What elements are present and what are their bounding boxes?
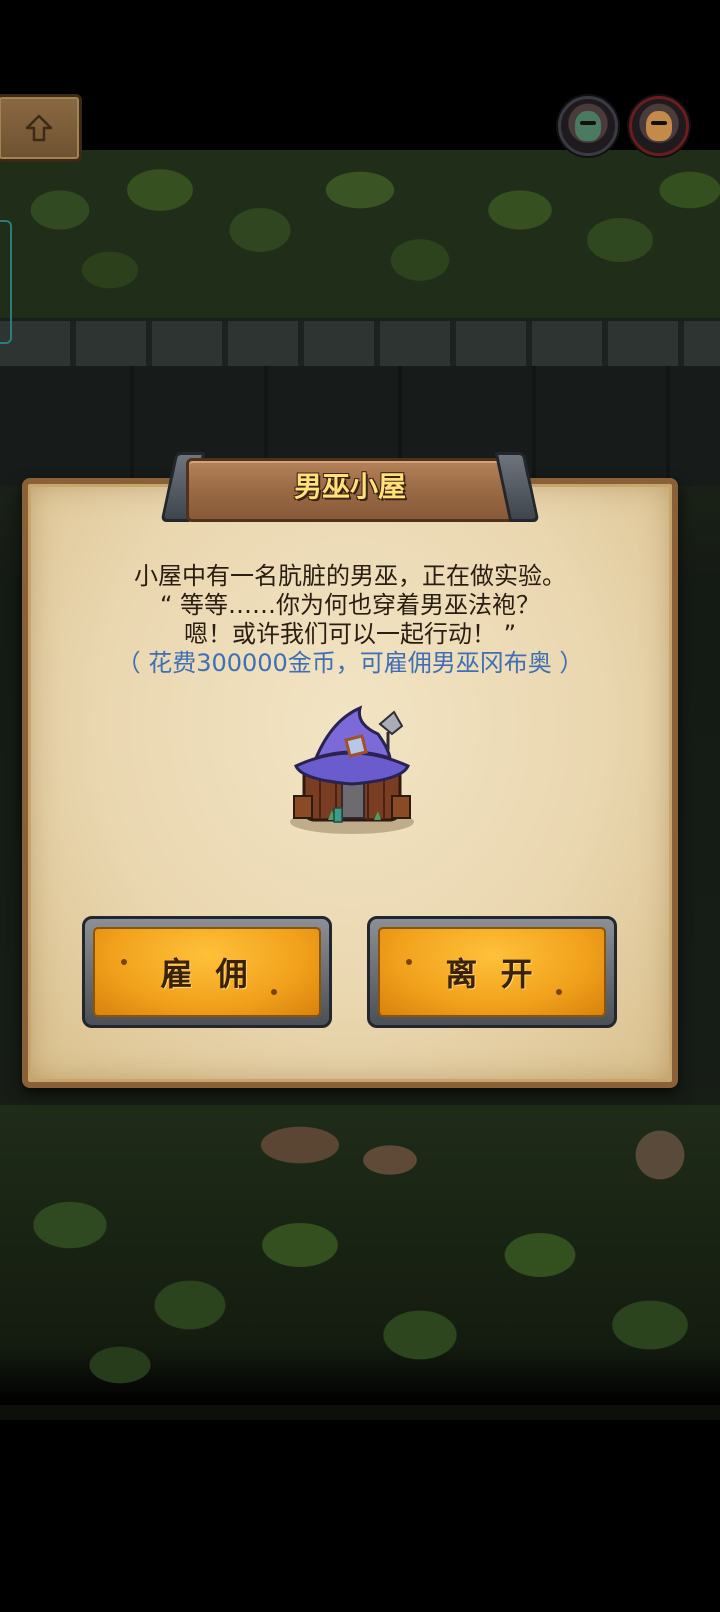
rivet xyxy=(271,989,277,995)
hire-button-face: 雇 佣 xyxy=(93,927,321,1017)
side-tab[interactable] xyxy=(0,220,12,344)
avatar-face xyxy=(575,111,601,141)
dialog-title-plank: 男巫小屋 xyxy=(160,452,540,522)
dialog-story: 小屋中有一名肮脏的男巫，正在做实验。 “ 等等……你为何也穿着男巫法袍？ 嗯！或… xyxy=(22,562,678,678)
leave-button[interactable]: 离 开 xyxy=(367,916,617,1028)
dialog-title: 男巫小屋 xyxy=(293,470,406,503)
hire-button[interactable]: 雇 佣 xyxy=(82,916,332,1028)
leave-button-label: 离 开 xyxy=(445,955,539,993)
leave-button-face: 离 开 xyxy=(378,927,606,1017)
hire-button-label: 雇 佣 xyxy=(160,955,254,993)
avatar-eyes xyxy=(651,121,667,125)
story-line-2: “ 等等……你为何也穿着男巫法袍？ xyxy=(159,591,541,619)
cost-line: （ 花费300000金币，可雇佣男巫冈布奥 ） xyxy=(116,649,584,677)
story-line-3: 嗯！或许我们可以一起行动！ ” xyxy=(183,620,517,648)
rivet xyxy=(556,989,562,995)
avatar-eyes xyxy=(580,121,596,125)
rivet xyxy=(406,959,412,965)
goblin-avatar-icon[interactable] xyxy=(558,96,618,156)
foliage-top xyxy=(0,150,720,320)
avatar-face xyxy=(646,111,672,141)
wizard-hut-icon xyxy=(290,705,414,834)
foliage-bottom xyxy=(0,1105,720,1405)
back-button[interactable] xyxy=(0,94,82,162)
up-arrow-icon xyxy=(25,114,53,142)
story-line-1: 小屋中有一名肮脏的男巫，正在做实验。 xyxy=(134,562,566,590)
rivet xyxy=(121,959,127,965)
game-screen: 男巫小屋 小屋中有一名肮脏的男巫，正在做实验。 “ 等等……你为何也穿着男巫法袍… xyxy=(0,0,720,1612)
warrior-avatar-icon[interactable] xyxy=(629,96,689,156)
stone-wall-row xyxy=(0,318,720,372)
